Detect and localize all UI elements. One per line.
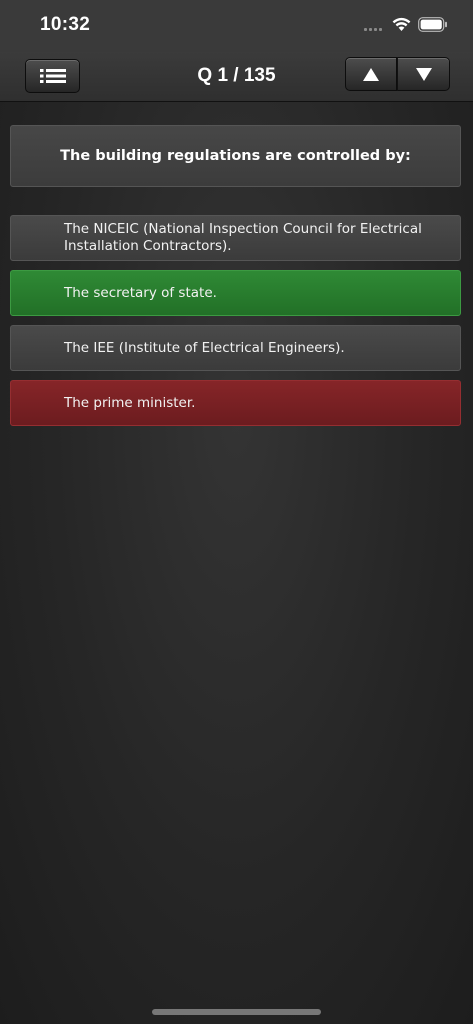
triangle-down-icon — [415, 67, 432, 81]
status-bar: 10:32 — [0, 0, 473, 52]
answer-option-correct[interactable]: The secretary of state. — [10, 270, 461, 316]
answer-option-wrong[interactable]: The prime minister. — [10, 380, 461, 426]
question-text: The building regulations are controlled … — [60, 148, 411, 164]
wifi-icon — [392, 17, 411, 31]
answer-text: The IEE (Institute of Electrical Enginee… — [64, 339, 345, 356]
triangle-up-icon — [363, 67, 379, 81]
previous-question-button[interactable] — [345, 57, 397, 91]
status-time: 10:32 — [40, 14, 91, 35]
home-indicator[interactable] — [152, 1009, 321, 1015]
cellular-signal-icon — [364, 28, 382, 31]
answer-option[interactable]: The IEE (Institute of Electrical Enginee… — [10, 325, 461, 371]
answer-text: The NICEIC (National Inspection Council … — [64, 221, 422, 254]
battery-icon — [418, 17, 447, 32]
quiz-screen: 10:32 Q 1 / 135 The building regulations… — [0, 0, 473, 1024]
navigation-bar: Q 1 / 135 — [0, 52, 473, 102]
answer-text: The prime minister. — [64, 394, 196, 411]
answer-text: The secretary of state. — [64, 284, 217, 301]
question-panel: The building regulations are controlled … — [10, 125, 461, 187]
next-question-button[interactable] — [397, 57, 450, 91]
answer-option[interactable]: The NICEIC (National Inspection Council … — [10, 215, 461, 261]
